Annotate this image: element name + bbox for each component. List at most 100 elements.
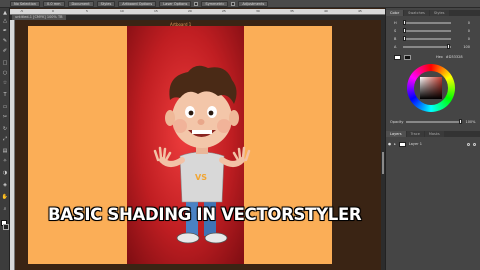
- hex-row: Hex #D33328: [394, 54, 478, 60]
- left-shoe: [176, 232, 200, 244]
- ruler-tick: 40: [324, 9, 328, 13]
- hex-label: Hex: [436, 55, 443, 59]
- channel-slider[interactable]: [403, 20, 451, 26]
- ellipse-tool-icon[interactable]: ○: [1, 70, 9, 77]
- hex-value[interactable]: #D33328: [446, 55, 463, 59]
- teeth: [192, 130, 212, 134]
- brush-tool-icon[interactable]: ✐: [1, 48, 9, 55]
- blend-tool-icon[interactable]: ◑: [1, 170, 9, 177]
- opacity-value[interactable]: 100%: [465, 120, 475, 124]
- ruler-tick: 0: [52, 9, 54, 13]
- right-pupil: [208, 110, 214, 116]
- hand-tool-icon[interactable]: ✋: [1, 194, 9, 201]
- tab-swatches[interactable]: Swatches: [404, 10, 429, 16]
- ruler-tick: 30: [256, 9, 260, 13]
- slider-knob[interactable]: [403, 36, 406, 42]
- color-panel-tabs: Color Swatches Styles: [386, 10, 480, 16]
- document-tab-bar: untitled-1 [CMYK] 100% TB: [10, 15, 385, 20]
- slider-knob[interactable]: [459, 119, 463, 125]
- artboard-label: Artboard 1: [170, 22, 192, 27]
- rectangle-tool-icon[interactable]: □: [1, 60, 9, 67]
- channel-label: B: [394, 37, 397, 41]
- ruler-tick: 15: [154, 9, 158, 13]
- toolbar-item-styles[interactable]: Styles: [96, 0, 116, 7]
- symmetric-checkbox[interactable]: [194, 1, 199, 6]
- opacity-slider[interactable]: [406, 119, 463, 125]
- left-cheek: [173, 119, 187, 133]
- eraser-tool-icon[interactable]: ▭: [1, 104, 9, 111]
- fill-swatch[interactable]: [394, 54, 401, 60]
- channel-slider[interactable]: [403, 28, 451, 34]
- vertical-scrollbar-thumb[interactable]: [382, 152, 384, 174]
- ruler-tick: 5: [86, 9, 88, 13]
- top-toolbar: No Selection 0.0 mm Document Styles Artb…: [0, 0, 480, 8]
- slider-knob[interactable]: [447, 44, 450, 50]
- toolbar-item-laser-options[interactable]: Laser Options: [159, 0, 192, 7]
- opacity-row: Opacity 100%: [390, 119, 478, 125]
- channel-value[interactable]: 0: [454, 37, 470, 41]
- left-pupil: [188, 110, 194, 116]
- toolbar-item-offset[interactable]: 0.0 mm: [43, 0, 65, 7]
- channel-value[interactable]: 0: [454, 29, 470, 33]
- nose: [197, 119, 205, 125]
- tab-masks[interactable]: Masks: [424, 131, 444, 137]
- layer-row[interactable]: ● ▸ Layer 1: [388, 141, 476, 147]
- channel-slider[interactable]: [403, 44, 451, 50]
- scissors-tool-icon[interactable]: ✂: [1, 114, 9, 121]
- tab-trace[interactable]: Trace: [406, 131, 424, 137]
- channel-label: H: [394, 21, 397, 25]
- selection-tool-icon[interactable]: ▲: [1, 10, 9, 17]
- direct-selection-tool-icon[interactable]: △: [1, 18, 9, 25]
- shape-builder-tool-icon[interactable]: ◈: [1, 182, 9, 189]
- saturation-brightness-square[interactable]: [420, 77, 442, 99]
- star-tool-icon[interactable]: ☆: [1, 80, 9, 87]
- layer-lock-icon[interactable]: [473, 142, 476, 146]
- toolbar-item-artboard-options[interactable]: Artboard Options: [118, 0, 157, 7]
- layer-thumbnail: [398, 141, 406, 147]
- right-cheek: [217, 119, 231, 133]
- slider-knob[interactable]: [403, 28, 406, 34]
- tab-color[interactable]: Color: [386, 10, 404, 16]
- channel-value[interactable]: 0: [454, 21, 470, 25]
- channel-row-h: H 0: [394, 20, 478, 26]
- adjustments-checkbox[interactable]: [231, 1, 236, 6]
- tab-styles[interactable]: Styles: [429, 10, 449, 16]
- pencil-tool-icon[interactable]: ✎: [1, 38, 9, 45]
- ruler-tick: 25: [222, 9, 226, 13]
- ruler-tick: 20: [188, 9, 192, 13]
- expand-arrow-icon[interactable]: ▸: [394, 142, 396, 146]
- right-shoe: [204, 232, 228, 244]
- layer-name[interactable]: Layer 1: [409, 142, 422, 146]
- channel-slider[interactable]: [403, 36, 451, 42]
- scale-tool-icon[interactable]: ⤢: [1, 136, 9, 143]
- channel-label: A: [394, 45, 397, 49]
- channel-value[interactable]: 100: [454, 45, 470, 49]
- head: [172, 88, 232, 148]
- eyedropper-tool-icon[interactable]: ✧: [1, 158, 9, 165]
- right-panel: Color Swatches Styles H 0 S 0 B 0 A 100 …: [385, 8, 480, 270]
- channel-row-b: B 0: [394, 36, 478, 42]
- slider-knob[interactable]: [403, 20, 406, 26]
- stroke-color-swatch[interactable]: [3, 224, 9, 230]
- toolbar-item-document[interactable]: Document: [67, 0, 94, 7]
- ruler-tick: 45: [358, 9, 362, 13]
- layer-panel-tabs: Layers Trace Masks: [386, 131, 480, 137]
- channel-row-a: A 100: [394, 44, 478, 50]
- tab-layers[interactable]: Layers: [386, 131, 406, 137]
- text-tool-icon[interactable]: T: [1, 92, 9, 99]
- rotate-tool-icon[interactable]: ↻: [1, 126, 9, 133]
- channel-label: S: [394, 29, 397, 33]
- document-tab[interactable]: untitled-1 [CMYK] 100% TB: [12, 15, 66, 20]
- ruler-tick: 35: [290, 9, 294, 13]
- channel-row-s: S 0: [394, 28, 478, 34]
- pen-tool-icon[interactable]: ✒: [1, 28, 9, 35]
- stroke-swatch[interactable]: [404, 54, 411, 60]
- toolbar-item-selection[interactable]: No Selection: [10, 0, 41, 7]
- toolbar-item-symmetric[interactable]: Symmetric: [201, 0, 229, 7]
- gradient-tool-icon[interactable]: ▤: [1, 148, 9, 155]
- shirt-logo: VS: [195, 173, 207, 182]
- visibility-icon[interactable]: ●: [388, 142, 391, 146]
- zoom-tool-icon[interactable]: ⌕: [1, 206, 9, 213]
- layer-target-icon[interactable]: [467, 142, 470, 146]
- toolbar-item-adjustments[interactable]: Adjustments: [238, 0, 269, 7]
